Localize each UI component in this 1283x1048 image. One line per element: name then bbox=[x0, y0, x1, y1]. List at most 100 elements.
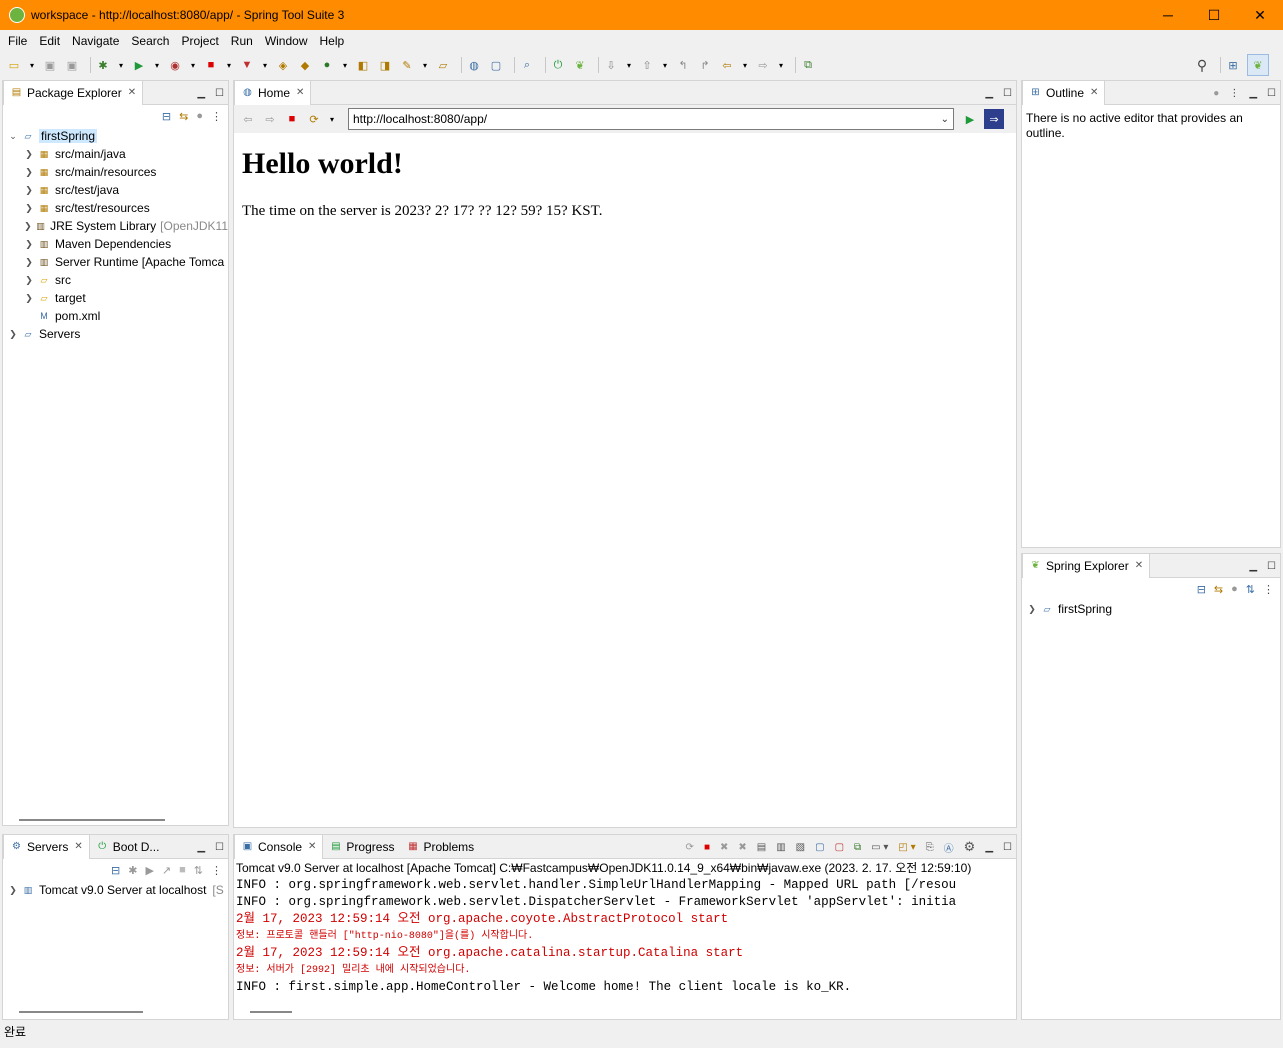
debug-icon[interactable]: ✱ bbox=[95, 57, 111, 73]
tree-row[interactable]: ❯ ▥ Server Runtime [Apache Tomca bbox=[3, 253, 228, 271]
focus-icon[interactable]: ● bbox=[1231, 583, 1238, 595]
dropdown-arrow-icon[interactable]: ▾ bbox=[661, 57, 669, 73]
spring-perspective-icon[interactable]: ❦ bbox=[1247, 54, 1269, 76]
save-all-icon[interactable]: ▣ bbox=[64, 57, 80, 73]
dropdown-arrow-icon[interactable]: ▾ bbox=[328, 111, 336, 127]
gear-icon[interactable]: ⚙ bbox=[964, 839, 976, 855]
tree-row[interactable]: ❯ ▱ src bbox=[3, 271, 228, 289]
close-button[interactable]: ✕ bbox=[1237, 0, 1283, 30]
maximize-view-icon[interactable]: ☐ bbox=[215, 88, 224, 99]
tab-servers[interactable]: ⚙ Servers ✕ bbox=[3, 834, 90, 859]
tree-row[interactable]: ⌄ ▱ firstSpring bbox=[3, 127, 228, 145]
maximize-view-icon[interactable]: ☐ bbox=[1267, 561, 1276, 572]
spring-boot-dashboard-icon[interactable]: ⏻ bbox=[550, 57, 566, 73]
chevron-right-icon[interactable]: ❯ bbox=[7, 329, 19, 340]
open-resource-icon[interactable]: ◨ bbox=[377, 57, 393, 73]
go-icon[interactable]: ▶ bbox=[962, 111, 978, 127]
chevron-right-icon[interactable]: ❯ bbox=[7, 885, 19, 896]
show-on-stdout-icon[interactable]: ▢ bbox=[815, 842, 824, 853]
collapse-all-icon[interactable]: ⊟ bbox=[162, 110, 171, 123]
focus-icon[interactable]: ● bbox=[196, 110, 203, 122]
browser-back-icon[interactable]: ⇦ bbox=[240, 111, 256, 127]
tree-row[interactable]: ❯ ▦ src/test/java bbox=[3, 181, 228, 199]
dropdown-arrow-icon[interactable]: ▾ bbox=[153, 57, 161, 73]
chevron-right-icon[interactable]: ❯ bbox=[23, 167, 35, 178]
close-icon[interactable]: ✕ bbox=[296, 87, 304, 98]
tree-row[interactable]: ❯ ▥ JRE System Library [OpenJDK11 bbox=[3, 217, 228, 235]
minimize-view-icon[interactable]: ▁ bbox=[197, 842, 205, 853]
tab-console[interactable]: ▣ Console ✕ bbox=[234, 834, 324, 859]
dropdown-arrow-icon[interactable]: ▾ bbox=[777, 57, 785, 73]
dropdown-arrow-icon[interactable]: ▾ bbox=[421, 57, 429, 73]
search-icon[interactable]: ⚲ bbox=[1194, 57, 1210, 73]
previous-annotation-icon[interactable]: ⇧ bbox=[639, 57, 655, 73]
chevron-right-icon[interactable]: ❯ bbox=[23, 257, 35, 268]
collapse-all-icon[interactable]: ⊟ bbox=[111, 864, 120, 877]
tree-row[interactable]: ❯ ▥ Tomcat v9.0 Server at localhost [S bbox=[3, 881, 228, 899]
tree-row[interactable]: ❯ ▱ firstSpring bbox=[1022, 600, 1280, 618]
eclipse-icon[interactable]: ⇒ bbox=[984, 109, 1004, 129]
browser-refresh-icon[interactable]: ⟳ bbox=[306, 111, 322, 127]
menu-run[interactable]: Run bbox=[227, 34, 257, 48]
chevron-down-icon[interactable]: ⌄ bbox=[941, 114, 949, 125]
restart-icon[interactable]: ⟳ bbox=[686, 842, 694, 853]
horizontal-scrollbar[interactable] bbox=[250, 1011, 292, 1013]
view-menu-icon[interactable]: ⋮ bbox=[211, 864, 222, 877]
minimize-view-icon[interactable]: ▁ bbox=[985, 88, 993, 99]
close-icon[interactable]: ✕ bbox=[1135, 560, 1143, 571]
globe-icon[interactable]: ◍ bbox=[466, 57, 482, 73]
browser-forward-icon[interactable]: ⇨ bbox=[262, 111, 278, 127]
focus-icon[interactable]: ● bbox=[1213, 88, 1219, 99]
close-icon[interactable]: ✕ bbox=[1090, 87, 1098, 98]
tree-row[interactable]: ❯ ▥ Maven Dependencies bbox=[3, 235, 228, 253]
stop-icon[interactable]: ■ bbox=[203, 57, 219, 73]
open-type-icon[interactable]: ◧ bbox=[355, 57, 371, 73]
menu-edit[interactable]: Edit bbox=[35, 34, 64, 48]
close-icon[interactable]: ✕ bbox=[308, 841, 316, 852]
link-with-editor-icon[interactable]: ⇆ bbox=[179, 110, 188, 123]
chevron-right-icon[interactable]: ❯ bbox=[23, 149, 35, 160]
tab-progress[interactable]: ▤ Progress bbox=[323, 835, 400, 859]
clear-console-icon[interactable]: ▤ bbox=[757, 842, 766, 853]
browser-stop-icon[interactable]: ■ bbox=[284, 111, 300, 127]
dropdown-arrow-icon[interactable]: ▾ bbox=[117, 57, 125, 73]
tab-spring-explorer[interactable]: ❦ Spring Explorer ✕ bbox=[1022, 553, 1151, 578]
publish-icon[interactable]: ⇅ bbox=[194, 864, 203, 877]
menu-window[interactable]: Window bbox=[261, 34, 312, 48]
view-menu-icon[interactable]: ⋮ bbox=[211, 110, 222, 123]
debug-server-icon[interactable]: ✱ bbox=[128, 864, 137, 877]
last-edit-icon[interactable]: ↰ bbox=[675, 57, 691, 73]
remove-launch-icon[interactable]: ✖ bbox=[720, 842, 728, 853]
copy-icon[interactable]: ⎘ bbox=[926, 842, 934, 853]
save-icon[interactable]: ▣ bbox=[42, 57, 58, 73]
minimize-view-icon[interactable]: ▁ bbox=[1249, 561, 1257, 572]
search-tool-icon[interactable]: ✎ bbox=[399, 57, 415, 73]
tree-row[interactable]: ❯ ▦ src/main/java bbox=[3, 145, 228, 163]
url-input[interactable]: http://localhost:8080/app/ ⌄ bbox=[348, 108, 954, 130]
dropdown-arrow-icon[interactable]: ▾ bbox=[225, 57, 233, 73]
minimize-button[interactable]: ─ bbox=[1145, 0, 1191, 30]
maximize-view-icon[interactable]: ☐ bbox=[1267, 88, 1276, 99]
tree-row[interactable]: ❯ ▦ src/main/resources bbox=[3, 163, 228, 181]
tab-boot-dashboard[interactable]: ⏻ Boot D... bbox=[90, 835, 166, 859]
pin-console-icon[interactable]: ⧉ bbox=[854, 842, 861, 853]
collapse-all-icon[interactable]: ⊟ bbox=[1197, 583, 1206, 596]
search-task-icon[interactable]: ⌕ bbox=[519, 57, 535, 73]
back-icon[interactable]: ⇦ bbox=[719, 57, 735, 73]
menu-search[interactable]: Search bbox=[127, 34, 173, 48]
word-wrap-icon[interactable]: ▧ bbox=[796, 842, 805, 853]
console-output[interactable]: INFO : org.springframework.web.servlet.h… bbox=[234, 877, 1016, 996]
menu-file[interactable]: File bbox=[4, 34, 31, 48]
minimize-view-icon[interactable]: ▁ bbox=[197, 88, 205, 99]
maximize-view-icon[interactable]: ☐ bbox=[1003, 842, 1012, 853]
next-annotation-icon[interactable]: ⇩ bbox=[603, 57, 619, 73]
chevron-right-icon[interactable]: ❯ bbox=[1026, 604, 1038, 615]
run-icon[interactable]: ▶ bbox=[131, 57, 147, 73]
remove-all-icon[interactable]: ✖ bbox=[738, 842, 746, 853]
tree-row[interactable]: ❯ ▱ target bbox=[3, 289, 228, 307]
new-class-icon[interactable]: ● bbox=[319, 57, 335, 73]
open-folder-icon[interactable]: ▱ bbox=[435, 57, 451, 73]
close-icon[interactable]: ✕ bbox=[74, 841, 82, 852]
dropdown-arrow-icon[interactable]: ▾ bbox=[625, 57, 633, 73]
dropdown-arrow-icon[interactable]: ▾ bbox=[341, 57, 349, 73]
